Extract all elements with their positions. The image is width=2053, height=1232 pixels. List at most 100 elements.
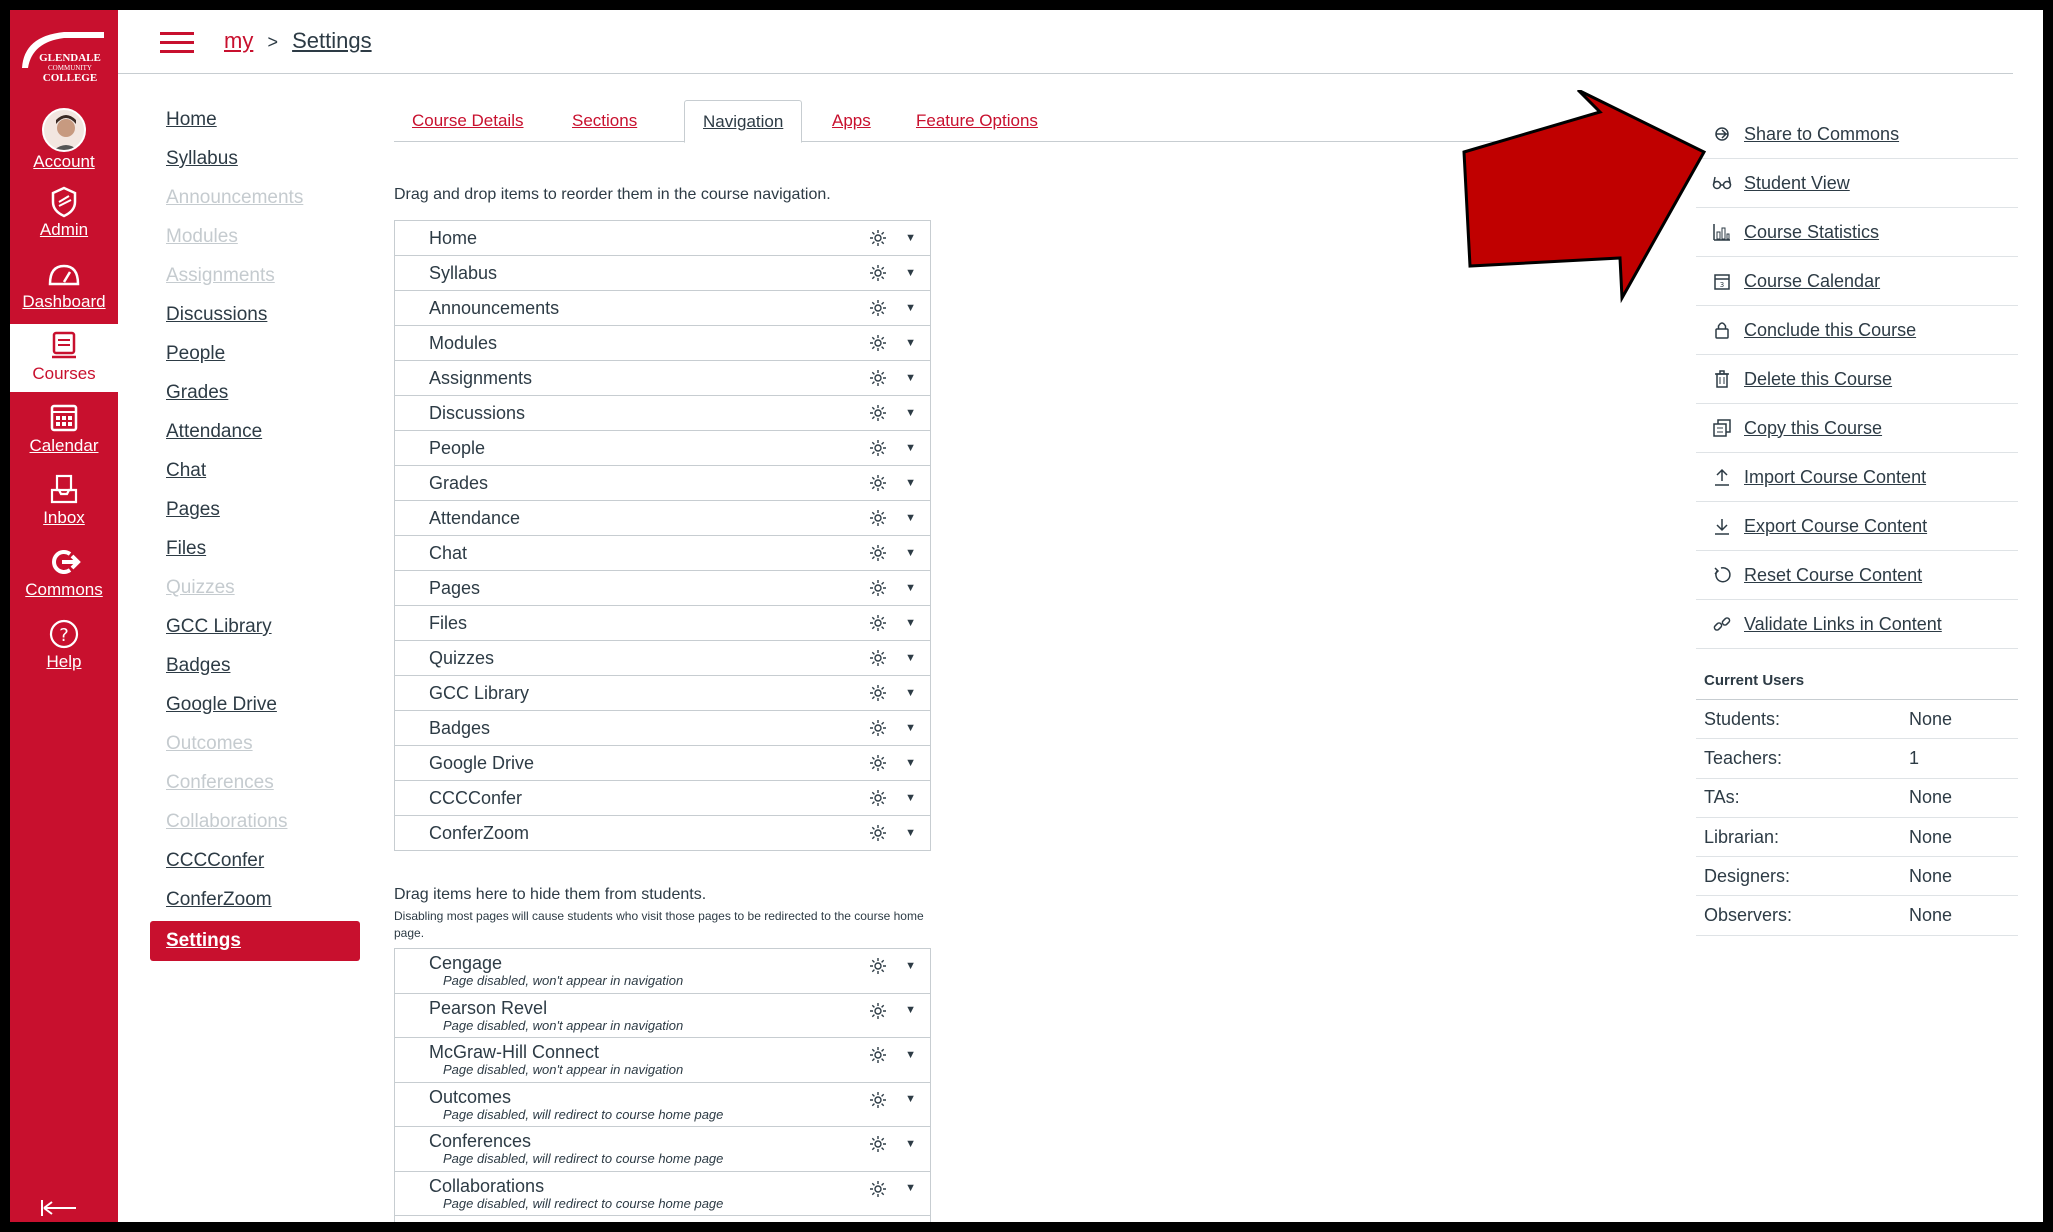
- tab-apps[interactable]: Apps: [814, 100, 889, 142]
- item-options-menu[interactable]: ▼: [868, 816, 916, 850]
- global-nav-commons[interactable]: Commons: [10, 540, 118, 608]
- sidebar-action-student-view[interactable]: Student View: [1696, 159, 2018, 208]
- global-nav-courses[interactable]: Courses: [10, 324, 118, 392]
- item-options-menu[interactable]: ▼: [868, 1176, 916, 1202]
- sidebar-action-import-course-content[interactable]: Import Course Content: [1696, 453, 2018, 502]
- tab-sections[interactable]: Sections: [554, 100, 655, 142]
- sidebar-action-reset-course-content[interactable]: Reset Course Content: [1696, 551, 2018, 600]
- course-nav-announcements[interactable]: Announcements: [150, 178, 360, 217]
- course-nav-quizzes[interactable]: Quizzes: [150, 568, 360, 607]
- course-nav-assignments[interactable]: Assignments: [150, 256, 360, 295]
- global-nav-admin[interactable]: Admin: [10, 180, 118, 248]
- global-nav-dashboard[interactable]: Dashboard: [10, 252, 118, 320]
- sidebar-action-export-course-content[interactable]: Export Course Content: [1696, 502, 2018, 551]
- sidebar-action-validate-links-in-content[interactable]: Validate Links in Content: [1696, 600, 2018, 649]
- nav-list-item[interactable]: ConferZoom ▼: [395, 816, 930, 851]
- nav-list-item[interactable]: CCCConfer ▼: [395, 781, 930, 816]
- hidden-list-item[interactable]: SCORM▼: [395, 1216, 930, 1223]
- sidebar-action-conclude-this-course[interactable]: Conclude this Course: [1696, 306, 2018, 355]
- hamburger-menu-icon[interactable]: [160, 32, 194, 54]
- nav-list-item[interactable]: Modules ▼: [395, 326, 930, 361]
- item-options-menu[interactable]: ▼: [868, 1131, 916, 1157]
- item-options-menu[interactable]: ▼: [868, 326, 916, 360]
- course-nav-grades[interactable]: Grades: [150, 373, 360, 412]
- glendale-college-logo[interactable]: GLENDALE COMMUNITY COLLEGE: [18, 28, 110, 90]
- nav-list-item[interactable]: Quizzes ▼: [395, 641, 930, 676]
- global-nav-help[interactable]: ? Help: [10, 612, 118, 680]
- item-options-menu[interactable]: ▼: [868, 501, 916, 535]
- course-nav-attendance[interactable]: Attendance: [150, 412, 360, 451]
- nav-list-item[interactable]: Chat ▼: [395, 536, 930, 571]
- global-nav-calendar[interactable]: Calendar: [10, 396, 118, 464]
- nav-list-item[interactable]: Grades ▼: [395, 466, 930, 501]
- tab-feature-options[interactable]: Feature Options: [898, 100, 1056, 142]
- hidden-list-item[interactable]: Conferences Page disabled, will redirect …: [395, 1127, 930, 1172]
- nav-list-item[interactable]: Files ▼: [395, 606, 930, 641]
- item-options-menu[interactable]: ▼: [868, 953, 916, 979]
- breadcrumb-current[interactable]: Settings: [292, 28, 372, 53]
- item-options-menu[interactable]: ▼: [868, 396, 916, 430]
- sidebar-action-share-to-commons[interactable]: Share to Commons: [1696, 110, 2018, 159]
- global-nav-inbox[interactable]: Inbox: [10, 468, 118, 536]
- course-nav-conferzoom[interactable]: ConferZoom: [150, 880, 360, 919]
- item-options-menu[interactable]: ▼: [868, 1042, 916, 1068]
- nav-list-item[interactable]: Google Drive ▼: [395, 746, 930, 781]
- item-options-menu[interactable]: ▼: [868, 466, 916, 500]
- item-options-menu[interactable]: ▼: [868, 998, 916, 1024]
- course-nav-google-drive[interactable]: Google Drive: [150, 685, 360, 724]
- global-nav-account[interactable]: Account: [10, 106, 118, 174]
- item-options-menu[interactable]: ▼: [868, 641, 916, 675]
- course-nav-syllabus[interactable]: Syllabus: [150, 139, 360, 178]
- item-options-menu[interactable]: ▼: [868, 746, 916, 780]
- item-options-menu[interactable]: ▼: [868, 361, 916, 395]
- course-nav-conferences[interactable]: Conferences: [150, 763, 360, 802]
- item-options-menu[interactable]: ▼: [868, 256, 916, 290]
- course-nav-badges[interactable]: Badges: [150, 646, 360, 685]
- course-nav-pages[interactable]: Pages: [150, 490, 360, 529]
- tab-navigation[interactable]: Navigation: [684, 100, 803, 143]
- item-options-menu[interactable]: ▼: [868, 536, 916, 570]
- nav-list-item[interactable]: Attendance ▼: [395, 501, 930, 536]
- item-options-menu[interactable]: ▼: [868, 431, 916, 465]
- course-nav-chat[interactable]: Chat: [150, 451, 360, 490]
- course-nav-files[interactable]: Files: [150, 529, 360, 568]
- item-options-menu[interactable]: ▼: [868, 606, 916, 640]
- course-nav-people[interactable]: People: [150, 334, 360, 373]
- course-nav-outcomes[interactable]: Outcomes: [150, 724, 360, 763]
- item-options-menu[interactable]: ▼: [868, 1220, 916, 1222]
- course-nav-discussions[interactable]: Discussions: [150, 295, 360, 334]
- nav-list-item[interactable]: Home ▼: [395, 221, 930, 256]
- sidebar-action-delete-this-course[interactable]: Delete this Course: [1696, 355, 2018, 404]
- sidebar-action-copy-this-course[interactable]: Copy this Course: [1696, 404, 2018, 453]
- nav-list-item[interactable]: Syllabus ▼: [395, 256, 930, 291]
- item-options-menu[interactable]: ▼: [868, 711, 916, 745]
- nav-list-item[interactable]: Assignments ▼: [395, 361, 930, 396]
- item-options-menu[interactable]: ▼: [868, 221, 916, 255]
- collapse-nav-icon[interactable]: [40, 1198, 80, 1218]
- course-nav-gcc-library[interactable]: GCC Library: [150, 607, 360, 646]
- item-options-menu[interactable]: ▼: [868, 781, 916, 815]
- nav-list-item[interactable]: Badges ▼: [395, 711, 930, 746]
- course-nav-cccconfer[interactable]: CCCConfer: [150, 841, 360, 880]
- nav-list-item[interactable]: GCC Library ▼: [395, 676, 930, 711]
- course-nav-collaborations[interactable]: Collaborations: [150, 802, 360, 841]
- tab-course-details[interactable]: Course Details: [394, 100, 542, 142]
- course-nav-settings[interactable]: Settings: [150, 921, 360, 961]
- hidden-list-item[interactable]: Pearson Revel Page disabled, won't appear…: [395, 994, 930, 1038]
- nav-list-item[interactable]: Pages ▼: [395, 571, 930, 606]
- item-options-menu[interactable]: ▼: [868, 571, 916, 605]
- hidden-list-item[interactable]: McGraw-Hill Connect Page disabled, won't …: [395, 1038, 930, 1083]
- breadcrumb-root-link[interactable]: my: [224, 28, 253, 53]
- hidden-list-item[interactable]: Collaborations Page disabled, will redire…: [395, 1172, 930, 1216]
- hidden-list-item[interactable]: Cengage Page disabled, won't appear in na…: [395, 949, 930, 994]
- sidebar-action-course-statistics[interactable]: Course Statistics: [1696, 208, 2018, 257]
- item-options-menu[interactable]: ▼: [868, 291, 916, 325]
- course-nav-modules[interactable]: Modules: [150, 217, 360, 256]
- nav-list-item[interactable]: People ▼: [395, 431, 930, 466]
- item-options-menu[interactable]: ▼: [868, 1087, 916, 1113]
- nav-list-item[interactable]: Announcements ▼: [395, 291, 930, 326]
- course-nav-home[interactable]: Home: [150, 100, 360, 139]
- hidden-list-item[interactable]: Outcomes Page disabled, will redirect to …: [395, 1083, 930, 1127]
- item-options-menu[interactable]: ▼: [868, 676, 916, 710]
- sidebar-action-course-calendar[interactable]: 3 Course Calendar: [1696, 257, 2018, 306]
